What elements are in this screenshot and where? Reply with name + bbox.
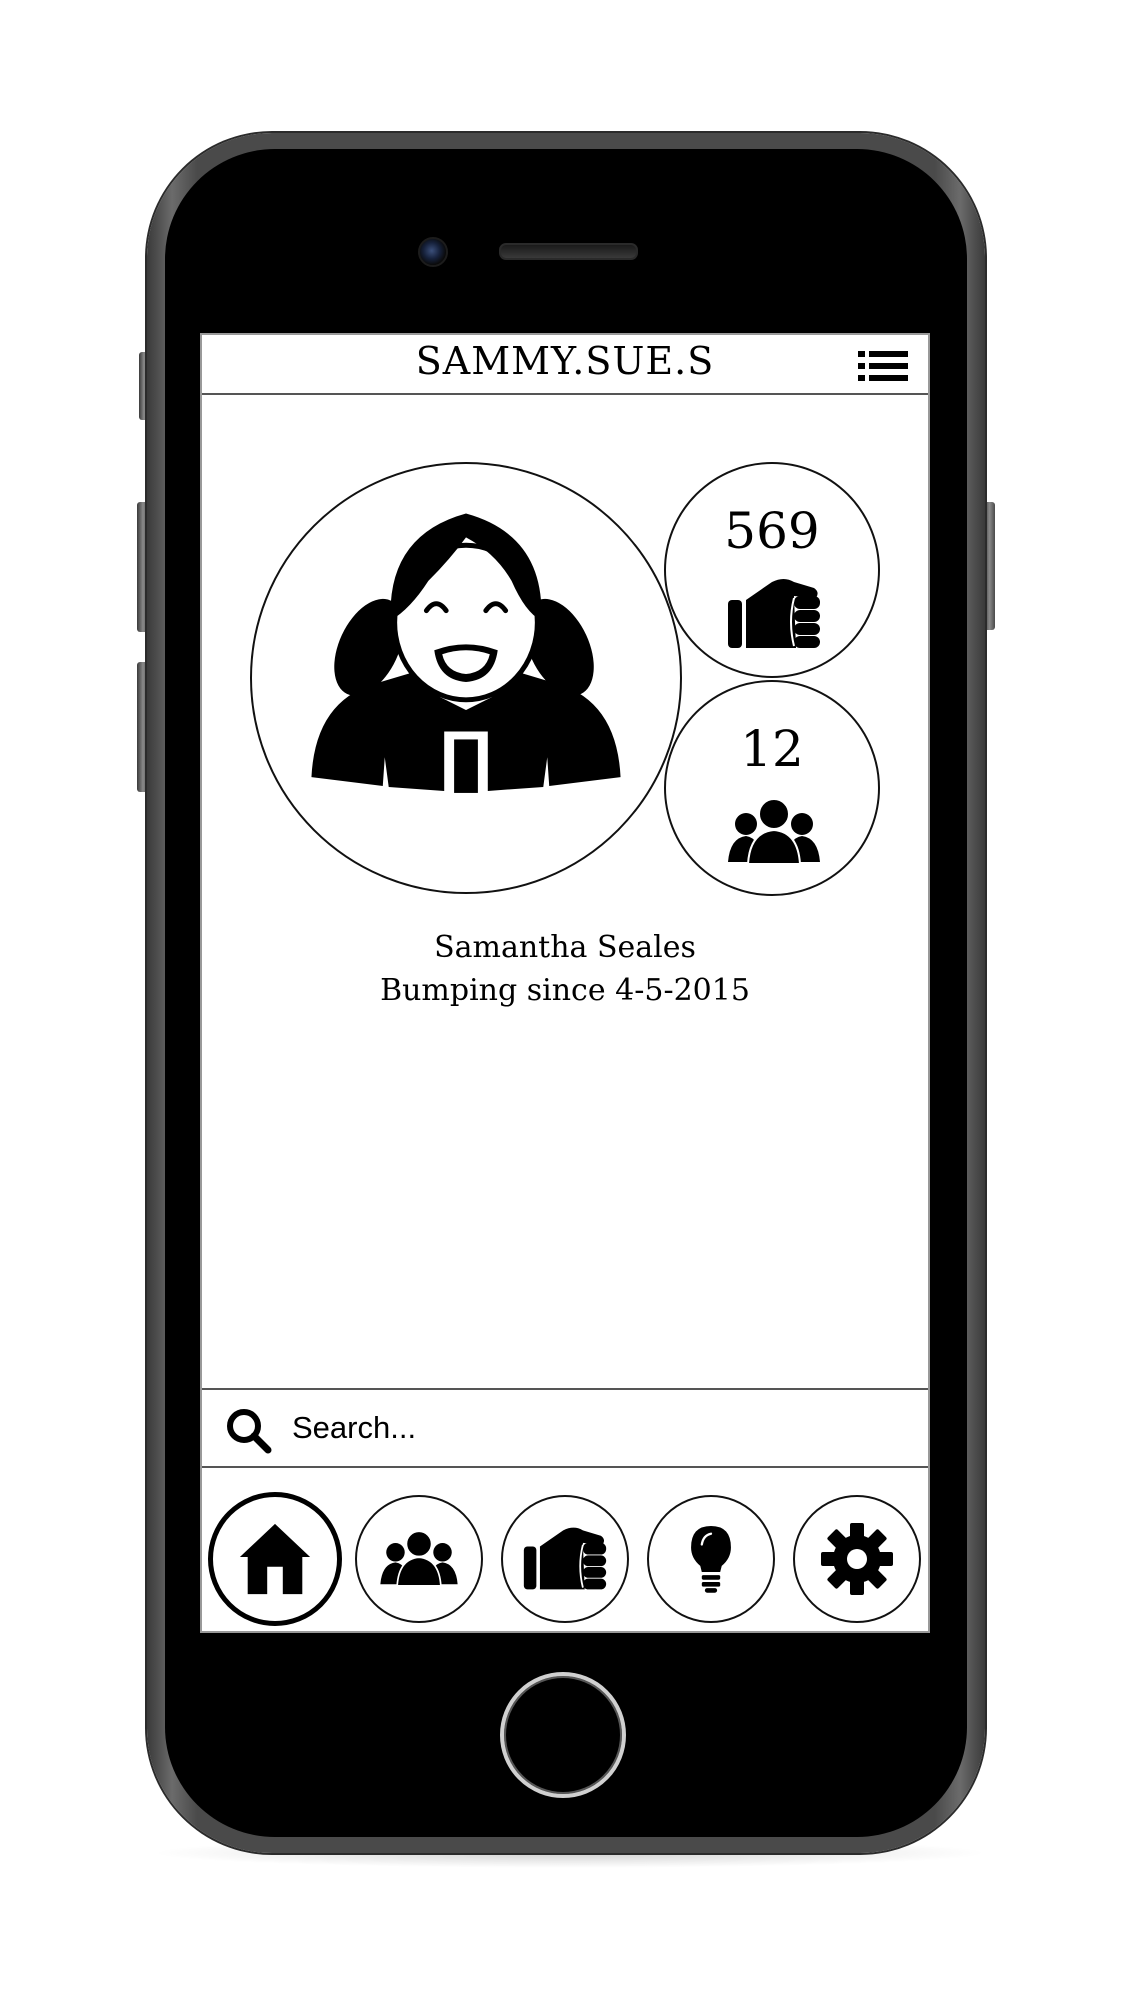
side-power-button: [984, 502, 995, 630]
profile-name: Samantha Seales: [434, 930, 696, 965]
username-title: SAMMY.SUE.S: [415, 339, 715, 383]
member-since: Bumping since 4-5-2015: [380, 973, 750, 1008]
app-screen: SAMMY.SUE.S 569 12 Samantha Seales Bumpi…: [200, 333, 930, 1633]
avatar[interactable]: [250, 462, 682, 894]
front-camera: [418, 237, 448, 267]
group-people-icon: [728, 798, 820, 865]
nav-ideas-button[interactable]: [647, 1495, 775, 1623]
bumps-count: 569: [724, 502, 820, 560]
girl-avatar-icon: [311, 513, 621, 793]
search-input[interactable]: [292, 1404, 892, 1452]
nav-home-button[interactable]: [208, 1492, 342, 1626]
gear-icon: [821, 1523, 893, 1595]
bottom-nav: [202, 1468, 928, 1633]
group-people-icon: [380, 1530, 458, 1587]
app-header: SAMMY.SUE.S: [202, 335, 928, 395]
earpiece-speaker: [499, 243, 638, 260]
home-hardware-button[interactable]: [500, 1672, 626, 1798]
nav-friends-button[interactable]: [355, 1495, 483, 1623]
lightbulb-icon: [691, 1526, 731, 1593]
fist-bump-icon: [728, 579, 820, 648]
friends-stat[interactable]: 12: [664, 680, 880, 896]
nav-settings-button[interactable]: [793, 1495, 921, 1623]
bumps-stat[interactable]: 569: [664, 462, 880, 678]
nav-bumps-button[interactable]: [501, 1495, 629, 1623]
search-bar: [202, 1388, 928, 1468]
stage: SAMMY.SUE.S 569 12 Samantha Seales Bumpi…: [0, 0, 1124, 1997]
list-menu-icon[interactable]: [858, 349, 908, 383]
fist-bump-icon: [523, 1527, 607, 1590]
home-icon: [239, 1523, 311, 1595]
search-icon[interactable]: [224, 1406, 274, 1456]
friends-count: 12: [740, 720, 804, 778]
